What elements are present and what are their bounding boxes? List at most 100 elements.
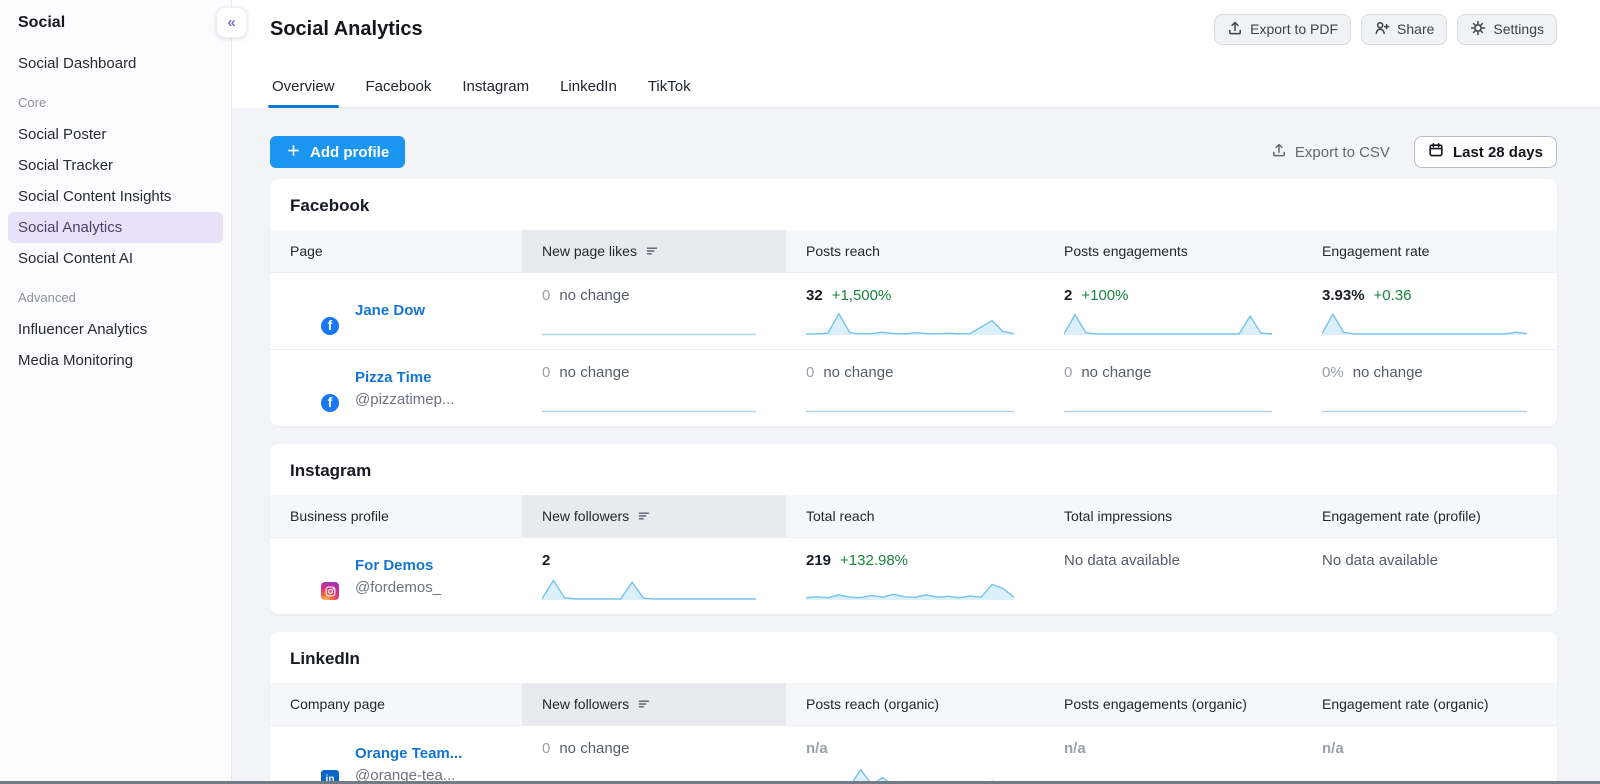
profile-name-link[interactable]: Pizza Time — [355, 369, 431, 386]
sparkline — [1322, 387, 1527, 413]
column-header-new-followers[interactable]: New followers — [522, 683, 786, 725]
metric-cell: No data available — [1044, 538, 1302, 614]
sidebar-item-influencer-analytics[interactable]: Influencer Analytics — [8, 314, 223, 345]
metric-cell: 0no change — [522, 726, 786, 784]
sparkline — [806, 575, 1014, 601]
column-header-posts-reach-organic[interactable]: Posts reach (organic) — [786, 683, 1044, 725]
column-header-company-page[interactable]: Company page — [270, 683, 522, 725]
metric-cell: 0no change — [522, 350, 786, 426]
toolbar-row: Add profile Export to CSV Last 28 days — [270, 136, 1557, 168]
profile-cell: f Jane Dow — [270, 273, 522, 349]
facebook-icon: f — [319, 392, 341, 414]
metric-change: no change — [559, 287, 629, 304]
export-csv-button[interactable]: Export to CSV — [1271, 142, 1390, 162]
metric-value: n/a — [1064, 740, 1086, 757]
card-title: LinkedIn — [270, 632, 1557, 683]
metric-cell: 0no change — [786, 350, 1044, 426]
metric-cell: n/a — [1302, 726, 1557, 784]
column-header-business-profile[interactable]: Business profile — [270, 495, 522, 537]
metric-value: n/a — [806, 740, 828, 757]
profile-name-link[interactable]: Jane Dow — [355, 302, 425, 319]
card-facebook: FacebookPageNew page likesPosts reachPos… — [270, 179, 1557, 426]
metric-change: no change — [1353, 364, 1423, 381]
column-header-engagement-rate[interactable]: Engagement rate — [1302, 230, 1557, 272]
no-data-text: No data available — [1322, 552, 1438, 569]
sparkline — [542, 575, 756, 601]
tab-bar: Overview Facebook Instagram LinkedIn TikTok — [270, 70, 1600, 108]
column-header-total-reach[interactable]: Total reach — [786, 495, 1044, 537]
sidebar-item-social-tracker[interactable]: Social Tracker — [8, 150, 223, 181]
sort-desc-icon — [637, 509, 651, 523]
export-to-pdf-button[interactable]: Export to PDF — [1214, 14, 1351, 45]
sidebar-item-social-content-insights[interactable]: Social Content Insights — [8, 181, 223, 212]
metric-value: 0% — [1322, 364, 1344, 381]
table-header-row: Business profileNew followersTotal reach… — [270, 495, 1557, 537]
sidebar-item-social-poster[interactable]: Social Poster — [8, 119, 223, 150]
tab-overview[interactable]: Overview — [270, 70, 337, 107]
avatar: f — [290, 288, 336, 334]
metric-cell: 3.93%+0.36 — [1302, 273, 1557, 349]
profile-cell: inOrange Team...@orange-tea... — [270, 726, 522, 784]
sort-desc-icon — [645, 244, 659, 258]
card-instagram: InstagramBusiness profileNew followersTo… — [270, 444, 1557, 614]
settings-button[interactable]: Settings — [1457, 14, 1557, 45]
gear-icon — [1470, 20, 1486, 39]
tab-linkedin[interactable]: LinkedIn — [558, 70, 619, 107]
column-header-new-page-likes[interactable]: New page likes — [522, 230, 786, 272]
date-range-button[interactable]: Last 28 days — [1414, 136, 1557, 168]
table-row: inOrange Team...@orange-tea...0no change… — [270, 725, 1557, 784]
sidebar-item-social-dashboard[interactable]: Social Dashboard — [8, 48, 223, 79]
sidebar-collapse-button[interactable]: « — [216, 7, 247, 38]
page-title: Social Analytics — [270, 18, 423, 41]
metric-change: no change — [1081, 364, 1151, 381]
add-profile-button[interactable]: Add profile — [270, 136, 405, 168]
main-area: Social Analytics Export to PDF Share Setti… — [232, 0, 1600, 784]
instagram-icon — [319, 580, 341, 602]
profile-name-link[interactable]: For Demos — [355, 557, 433, 574]
facebook-icon: f — [319, 315, 341, 337]
metric-value: 2 — [1064, 287, 1072, 304]
metric-value: n/a — [1322, 740, 1344, 757]
sparkline — [542, 387, 756, 413]
metric-value: 0 — [806, 364, 814, 381]
card-title: Instagram — [270, 444, 1557, 495]
tab-tiktok[interactable]: TikTok — [646, 70, 693, 107]
column-header-engagement-rate-organic[interactable]: Engagement rate (organic) — [1302, 683, 1557, 725]
column-header-total-impressions[interactable]: Total impressions — [1044, 495, 1302, 537]
column-header-new-followers[interactable]: New followers — [522, 495, 786, 537]
upload-icon — [1271, 142, 1287, 162]
topbar: Social Analytics Export to PDF Share Setti… — [232, 0, 1600, 108]
card-title: Facebook — [270, 179, 1557, 230]
sparkline — [806, 387, 1014, 413]
no-data-text: No data available — [1064, 552, 1180, 569]
column-header-posts-engagements[interactable]: Posts engagements — [1044, 230, 1302, 272]
tab-instagram[interactable]: Instagram — [460, 70, 531, 107]
profile-name-link[interactable]: Orange Team... — [355, 745, 462, 762]
metric-cell: 2 — [522, 538, 786, 614]
metric-value: 32 — [806, 287, 823, 304]
profile-handle: @fordemos_ — [355, 579, 441, 596]
avatar: in — [290, 741, 336, 784]
person-plus-icon — [1374, 20, 1390, 39]
sidebar-item-media-monitoring[interactable]: Media Monitoring — [8, 345, 223, 376]
column-header-engagement-rate-profile[interactable]: Engagement rate (profile) — [1302, 495, 1557, 537]
sidebar-section-label-core: Core — [0, 79, 231, 119]
sidebar-item-social-content-ai[interactable]: Social Content AI — [8, 243, 223, 274]
table-row: For Demos@fordemos_2219+132.98%No data a… — [270, 537, 1557, 614]
metric-cell: n/a — [786, 726, 1044, 784]
sidebar-item-social-analytics[interactable]: Social Analytics — [8, 212, 223, 243]
column-header-posts-reach[interactable]: Posts reach — [786, 230, 1044, 272]
chevron-double-left-icon: « — [227, 14, 235, 31]
metric-change: no change — [559, 364, 629, 381]
metric-value: 3.93% — [1322, 287, 1365, 304]
metric-change: no change — [559, 740, 629, 757]
column-header-posts-engagements-organic[interactable]: Posts engagements (organic) — [1044, 683, 1302, 725]
table-row: fJane Dow0no change32+1,500%2+100%3.93%+… — [270, 272, 1557, 349]
sparkline — [1064, 310, 1272, 336]
metric-cell: No data available — [1302, 538, 1557, 614]
sparkline — [1064, 387, 1272, 413]
tab-facebook[interactable]: Facebook — [364, 70, 434, 107]
metric-cell: 32+1,500% — [786, 273, 1044, 349]
column-header-page[interactable]: Page — [270, 230, 522, 272]
share-button[interactable]: Share — [1361, 14, 1447, 45]
